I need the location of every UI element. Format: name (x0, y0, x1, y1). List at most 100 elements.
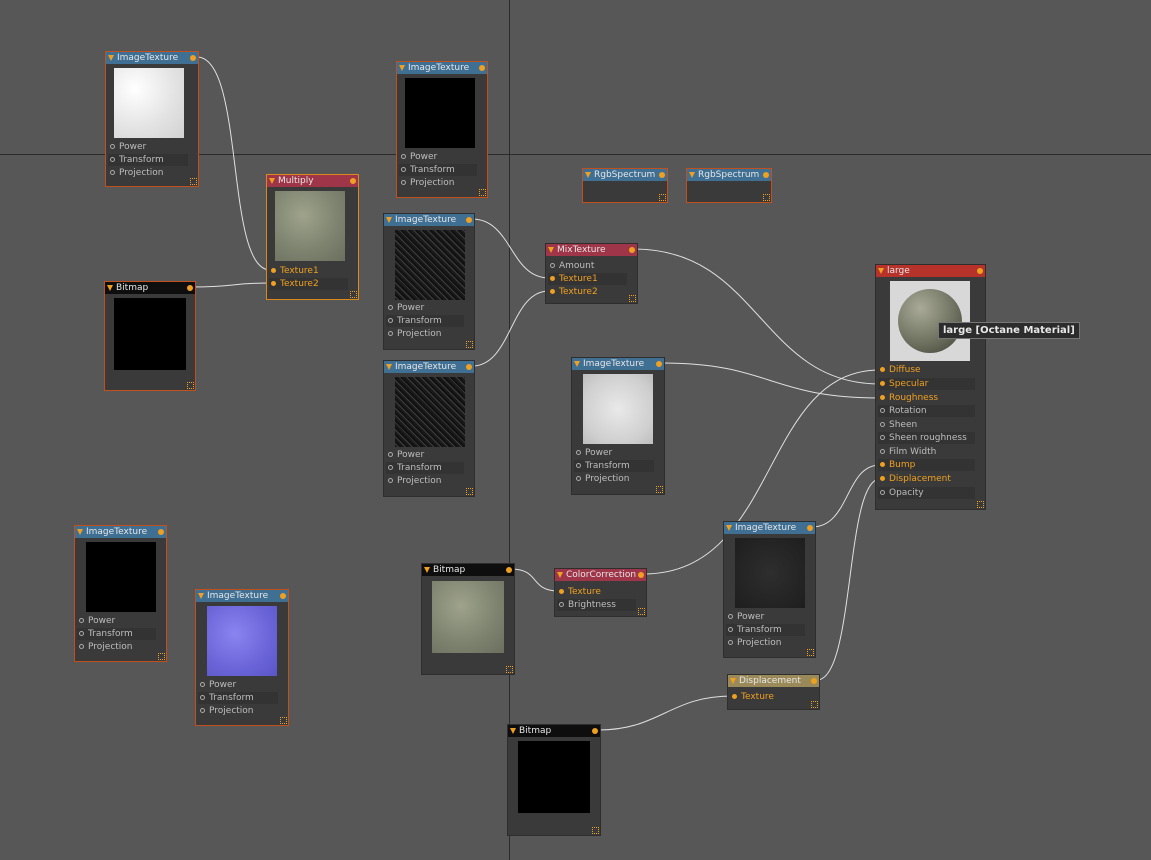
node-imgtex-f[interactable]: ImageTexture Power Transform Projection (74, 525, 167, 662)
node-bitmap-c[interactable]: Bitmap (507, 724, 601, 836)
input-pin-icon[interactable] (271, 268, 276, 273)
input-power[interactable]: Power (77, 615, 156, 627)
output-pin-icon[interactable] (763, 172, 769, 178)
input-pin-icon[interactable] (401, 180, 406, 185)
output-pin-icon[interactable] (479, 65, 485, 71)
output-pin-icon[interactable] (977, 268, 983, 274)
collapse-triangle-icon[interactable] (557, 572, 563, 578)
resize-handle-icon[interactable] (592, 827, 599, 834)
input-pin-icon[interactable] (388, 318, 393, 323)
output-pin-icon[interactable] (656, 361, 662, 367)
input-pin-icon[interactable] (110, 170, 115, 175)
collapse-triangle-icon[interactable] (574, 361, 580, 367)
input-pin-icon[interactable] (880, 435, 885, 440)
node-imgtex-h[interactable]: ImageTexture Power Transform Projection (723, 521, 816, 658)
resize-handle-icon[interactable] (807, 649, 814, 656)
input-power[interactable]: Power (574, 447, 654, 459)
node-header[interactable]: Multiply (267, 175, 358, 187)
input-pin-icon[interactable] (200, 682, 205, 687)
collapse-triangle-icon[interactable] (585, 172, 591, 178)
input-pin-icon[interactable] (79, 644, 84, 649)
input-pin-icon[interactable] (401, 167, 406, 172)
collapse-triangle-icon[interactable] (386, 217, 392, 223)
input-amount[interactable]: Amount (548, 260, 627, 272)
input-power[interactable]: Power (108, 141, 188, 153)
input-projection[interactable]: Projection (726, 637, 805, 649)
output-pin-icon[interactable] (659, 172, 665, 178)
input-power[interactable]: Power (386, 449, 464, 461)
resize-handle-icon[interactable] (659, 194, 666, 201)
node-header[interactable]: ImageTexture (724, 522, 815, 534)
input-roughness[interactable]: Roughness (878, 392, 975, 404)
input-power[interactable]: Power (386, 302, 464, 314)
node-header[interactable]: Bitmap (422, 564, 514, 576)
input-pin-icon[interactable] (728, 627, 733, 632)
node-header[interactable]: ImageTexture (384, 214, 474, 226)
node-mixtexture[interactable]: MixTexture Amount Texture1 Texture2 (545, 243, 638, 304)
input-brightness[interactable]: Brightness (557, 599, 636, 611)
node-header[interactable]: RgbSpectrum (687, 169, 771, 181)
collapse-triangle-icon[interactable] (108, 55, 114, 61)
node-rgb-b[interactable]: RgbSpectrum (686, 168, 772, 203)
resize-handle-icon[interactable] (811, 701, 818, 708)
input-transform[interactable]: Transform (726, 624, 805, 636)
output-pin-icon[interactable] (811, 678, 817, 684)
output-pin-icon[interactable] (466, 364, 472, 370)
collapse-triangle-icon[interactable] (726, 525, 732, 531)
node-imgtex-d[interactable]: ImageTexture Power Transform Projection (383, 360, 475, 497)
input-pin-icon[interactable] (110, 157, 115, 162)
input-pin-icon[interactable] (110, 144, 115, 149)
input-transform[interactable]: Transform (386, 462, 464, 474)
output-pin-icon[interactable] (280, 593, 286, 599)
resize-handle-icon[interactable] (187, 382, 194, 389)
output-pin-icon[interactable] (638, 572, 644, 578)
input-pin-icon[interactable] (880, 490, 885, 495)
input-film-width[interactable]: Film Width (878, 446, 975, 458)
output-pin-icon[interactable] (592, 728, 598, 734)
input-transform[interactable]: Transform (574, 460, 654, 472)
input-pin-icon[interactable] (880, 367, 885, 372)
output-pin-icon[interactable] (629, 247, 635, 253)
collapse-triangle-icon[interactable] (198, 593, 204, 599)
node-imgtex-g[interactable]: ImageTexture Power Transform Projection (195, 589, 289, 726)
input-sheen[interactable]: Sheen (878, 419, 975, 431)
input-pin-icon[interactable] (880, 476, 885, 481)
output-pin-icon[interactable] (187, 285, 193, 291)
input-pin-icon[interactable] (550, 263, 555, 268)
node-header[interactable]: large (876, 265, 985, 277)
input-diffuse[interactable]: Diffuse (878, 364, 975, 376)
input-power[interactable]: Power (726, 611, 805, 623)
input-texture1[interactable]: Texture1 (548, 273, 627, 285)
input-pin-icon[interactable] (550, 289, 555, 294)
input-power[interactable]: Power (399, 151, 477, 163)
resize-handle-icon[interactable] (638, 608, 645, 615)
input-projection[interactable]: Projection (198, 705, 278, 717)
output-pin-icon[interactable] (506, 567, 512, 573)
node-header[interactable]: ColorCorrection (555, 569, 646, 581)
input-pin-icon[interactable] (388, 305, 393, 310)
input-projection[interactable]: Projection (386, 328, 464, 340)
input-pin-icon[interactable] (388, 452, 393, 457)
node-imgtex-c[interactable]: ImageTexture Power Transform Projection (383, 213, 475, 350)
node-header[interactable]: ImageTexture (397, 62, 487, 74)
node-rgb-a[interactable]: RgbSpectrum (582, 168, 668, 203)
node-colorcorrection[interactable]: ColorCorrection Texture Brightness (554, 568, 647, 617)
input-pin-icon[interactable] (200, 708, 205, 713)
input-pin-icon[interactable] (271, 281, 276, 286)
input-projection[interactable]: Projection (574, 473, 654, 485)
input-pin-icon[interactable] (200, 695, 205, 700)
input-texture2[interactable]: Texture2 (269, 278, 348, 290)
node-header[interactable]: ImageTexture (572, 358, 664, 370)
collapse-triangle-icon[interactable] (399, 65, 405, 71)
output-pin-icon[interactable] (190, 55, 196, 61)
collapse-triangle-icon[interactable] (730, 678, 736, 684)
node-header[interactable]: MixTexture (546, 244, 637, 256)
node-bitmap-a[interactable]: Bitmap (104, 281, 196, 391)
output-pin-icon[interactable] (466, 217, 472, 223)
resize-handle-icon[interactable] (466, 341, 473, 348)
input-rotation[interactable]: Rotation (878, 405, 975, 417)
input-pin-icon[interactable] (732, 694, 737, 699)
input-sheen-roughness[interactable]: Sheen roughness (878, 432, 975, 444)
collapse-triangle-icon[interactable] (689, 172, 695, 178)
node-header[interactable]: Bitmap (508, 725, 600, 737)
